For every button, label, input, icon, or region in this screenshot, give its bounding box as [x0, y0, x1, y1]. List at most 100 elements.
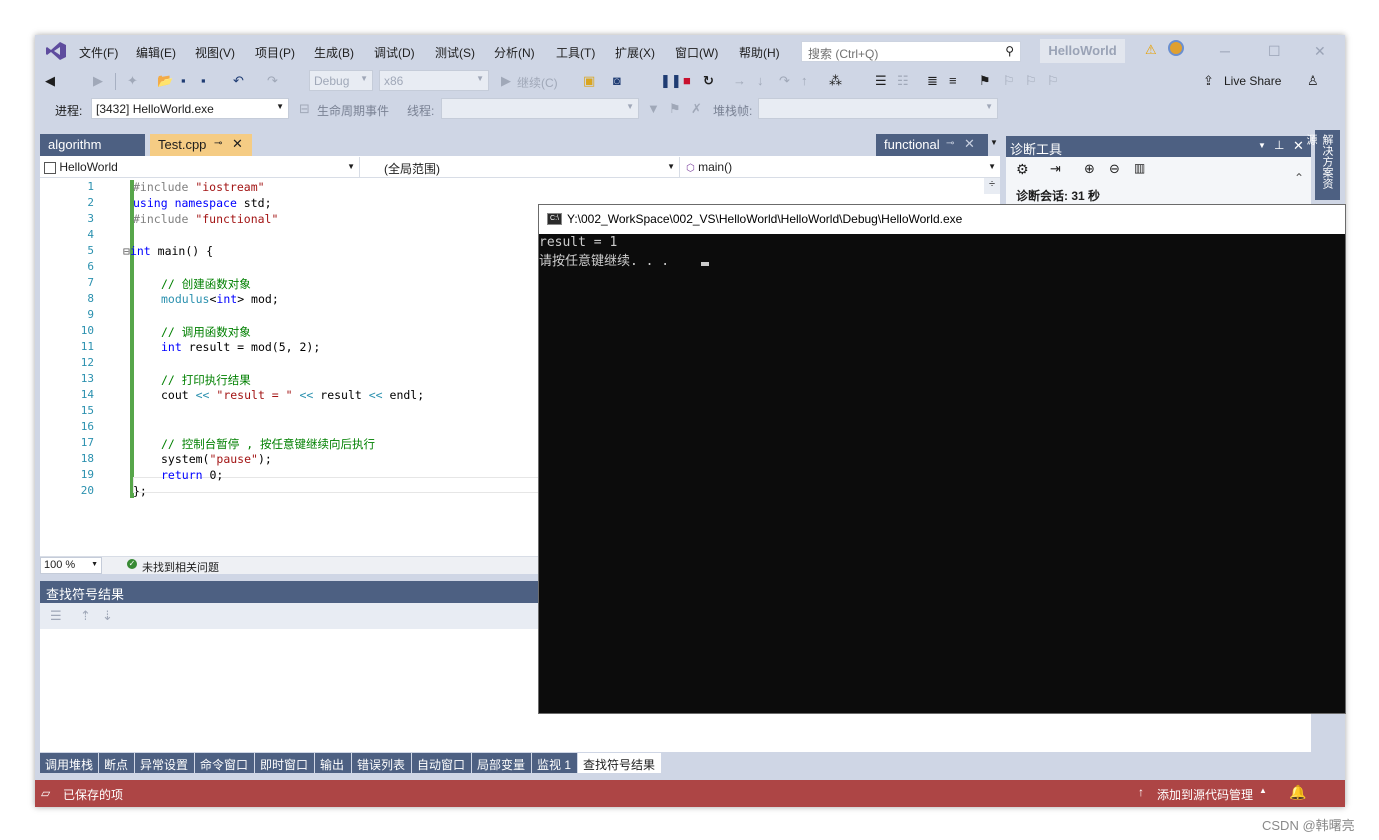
undo-icon[interactable]: ↶	[233, 73, 244, 89]
zoom-select[interactable]: 100 % ▼	[40, 557, 102, 574]
filter-icon[interactable]: ▼	[647, 101, 660, 116]
close-tab-icon[interactable]: ✕	[964, 136, 975, 152]
tab-autos[interactable]: 自动窗口	[412, 753, 472, 773]
uncomment-icon[interactable]: ≡	[949, 73, 957, 88]
live-share-icon[interactable]: ⇪	[1203, 73, 1214, 89]
tab-locals[interactable]: 局部变量	[472, 753, 532, 773]
menu-analyze[interactable]: 分析(N)	[494, 44, 535, 61]
tab-functional[interactable]: functional ⊸ ✕	[876, 134, 988, 156]
new-project-icon[interactable]: ✦	[127, 73, 138, 89]
process-select[interactable]: [3432] HelloWorld.exe ▼	[91, 98, 289, 119]
comment-icon[interactable]: ≣	[927, 73, 938, 89]
add-to-source-control-button[interactable]: 添加到源代码管理	[1157, 786, 1253, 803]
tab-output[interactable]: 输出	[315, 753, 352, 773]
menu-extensions[interactable]: 扩展(X)	[615, 44, 655, 61]
save-all-icon[interactable]: ▪	[201, 73, 206, 88]
live-share-button[interactable]: Live Share	[1224, 74, 1281, 88]
tab-error-list[interactable]: 错误列表	[352, 753, 412, 773]
user-feedback-icon[interactable]: ♙	[1307, 73, 1319, 89]
lifecycle-events-icon[interactable]: ⊟	[299, 101, 310, 117]
format-icon[interactable]: ☷	[897, 73, 909, 89]
list-view-icon[interactable]: ☰	[50, 608, 62, 624]
pin-icon[interactable]: ⊸	[946, 138, 954, 149]
maximize-icon[interactable]: ☐	[1268, 43, 1281, 60]
menu-edit[interactable]: 编辑(E)	[136, 44, 176, 61]
reset-zoom-icon[interactable]: ▥	[1134, 161, 1145, 175]
tab-command-window[interactable]: 命令窗口	[195, 753, 255, 773]
scope-select[interactable]: (全局范围) ▼	[362, 157, 680, 177]
close-tab-icon[interactable]: ✕	[232, 136, 243, 152]
lifecycle-events-button[interactable]: 生命周期事件	[317, 102, 389, 119]
warning-icon[interactable]: ⚠	[1145, 42, 1157, 58]
previous-result-icon[interactable]: ⇡	[80, 608, 91, 624]
screenshot-icon[interactable]: ◙	[613, 73, 621, 88]
platform-select[interactable]: x86 ▼	[379, 70, 489, 91]
continue-button[interactable]: 继续(C)	[517, 74, 558, 91]
flag-thread-icon[interactable]: ⚑	[669, 101, 681, 117]
chevron-down-icon[interactable]: ▼	[1258, 141, 1266, 150]
zoom-out-icon[interactable]: ⊖	[1109, 161, 1120, 177]
tab-watch-1[interactable]: 监视 1	[532, 753, 578, 773]
threads-icon[interactable]: ☰	[875, 73, 887, 89]
pin-icon[interactable]: ⊥	[1274, 138, 1284, 152]
menu-test[interactable]: 测试(S)	[435, 44, 475, 61]
tab-test-cpp[interactable]: Test.cpp ⊸ ✕	[150, 134, 252, 156]
flag-clear-icon[interactable]: ✗	[691, 101, 702, 117]
member-select[interactable]: ⬡ main() ▼	[682, 157, 1000, 177]
export-icon[interactable]: ⇥	[1050, 161, 1061, 177]
clear-bookmarks-icon[interactable]: ⚐	[1047, 73, 1059, 89]
next-result-icon[interactable]: ⇣	[102, 608, 113, 624]
tab-find-symbol-results[interactable]: 查找符号结果	[578, 753, 662, 773]
menu-debug[interactable]: 调试(D)	[374, 44, 415, 61]
step-out-icon[interactable]: ↑	[801, 73, 808, 88]
thread-select[interactable]: ▼	[441, 98, 639, 119]
hex-display-icon[interactable]: ⁂	[829, 73, 842, 89]
zoom-in-icon[interactable]: ⊕	[1084, 161, 1095, 177]
menu-build[interactable]: 生成(B)	[314, 44, 354, 61]
stop-icon[interactable]: ■	[683, 73, 691, 88]
menu-project[interactable]: 项目(P)	[255, 44, 295, 61]
configuration-select[interactable]: Debug ▼	[309, 70, 373, 91]
tab-breakpoints[interactable]: 断点	[99, 753, 135, 773]
tab-exception-settings[interactable]: 异常设置	[135, 753, 195, 773]
search-input[interactable]: 搜索 (Ctrl+Q) ⚲	[801, 41, 1021, 62]
issues-status[interactable]: 未找到相关问题	[142, 559, 219, 575]
continue-icon[interactable]: ▶	[501, 73, 511, 89]
menu-help[interactable]: 帮助(H)	[739, 44, 780, 61]
next-bookmark-icon[interactable]: ⚐	[1025, 73, 1037, 89]
chevron-up-icon[interactable]: ▲	[1259, 786, 1267, 795]
bookmark-icon[interactable]: ⚑	[979, 73, 991, 89]
scroll-up-icon[interactable]: ⌃	[1294, 171, 1304, 185]
tab-algorithm[interactable]: algorithm	[40, 134, 145, 156]
console-title-bar[interactable]: C:\ Y:\002_WorkSpace\002_VS\HelloWorld\H…	[539, 205, 1345, 234]
menu-view[interactable]: 视图(V)	[195, 44, 235, 61]
restart-icon[interactable]: ↻	[703, 73, 714, 89]
console-window[interactable]: C:\ Y:\002_WorkSpace\002_VS\HelloWorld\H…	[538, 204, 1346, 714]
tab-immediate-window[interactable]: 即时窗口	[255, 753, 315, 773]
close-window-icon[interactable]: ✕	[1314, 43, 1326, 60]
step-over-icon[interactable]: ↷	[779, 73, 790, 89]
attach-icon[interactable]: ▣	[583, 73, 595, 89]
settings-gear-icon[interactable]: ⚙	[1016, 161, 1029, 178]
menu-file[interactable]: 文件(F)	[79, 44, 118, 61]
split-editor-icon[interactable]: ÷	[984, 178, 1000, 194]
visual-studio-logo-icon[interactable]	[45, 41, 67, 61]
tab-overflow-icon[interactable]: ▼	[990, 138, 998, 147]
minimize-icon[interactable]: ─	[1220, 43, 1230, 59]
stack-frame-select[interactable]: ▼	[758, 98, 998, 119]
tab-call-stack[interactable]: 调用堆栈	[40, 753, 99, 773]
solution-explorer-side-tab[interactable]: 解决方案资源	[1305, 130, 1340, 200]
menu-window[interactable]: 窗口(W)	[675, 44, 718, 61]
pin-icon[interactable]: ⊸	[214, 138, 222, 149]
open-file-icon[interactable]: 📂	[157, 73, 173, 89]
step-into-icon[interactable]: ↓	[757, 73, 764, 88]
feedback-icon[interactable]	[1168, 40, 1184, 56]
show-next-statement-icon[interactable]: →	[733, 73, 746, 88]
navigate-back-icon[interactable]: ◀	[45, 73, 55, 89]
save-icon[interactable]: ▪	[181, 73, 186, 88]
pause-icon[interactable]: ❚❚	[660, 73, 682, 89]
navigate-forward-icon[interactable]: ▶	[93, 73, 103, 89]
redo-icon[interactable]: ↷	[267, 73, 278, 89]
menu-tools[interactable]: 工具(T)	[556, 44, 595, 61]
notifications-icon[interactable]: 🔔	[1289, 784, 1306, 801]
